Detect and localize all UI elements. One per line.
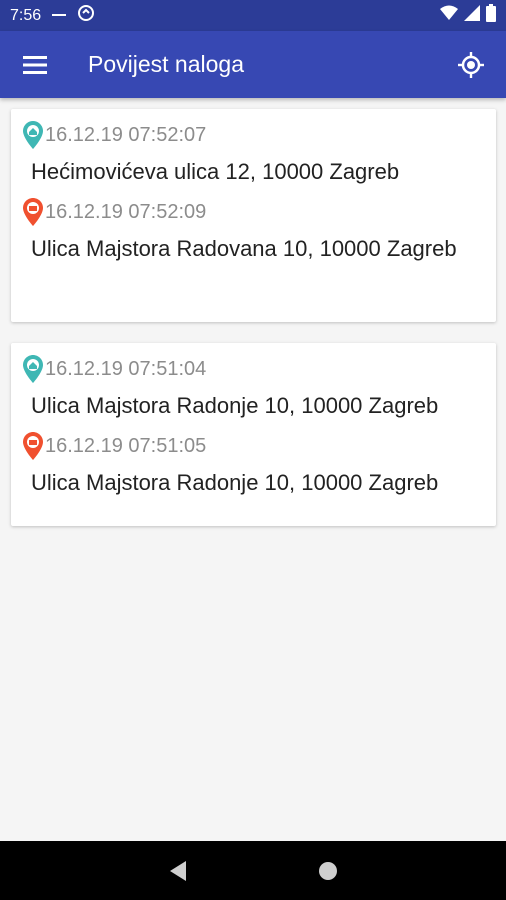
signal-icon — [464, 5, 480, 26]
end-time: 16.12.19 07:52:09 — [45, 200, 207, 223]
app-bar: Povijest naloga — [0, 31, 506, 98]
order-card[interactable]: 16.12.19 07:52:07 Hećimovićeva ulica 12,… — [11, 109, 496, 322]
home-icon — [319, 861, 337, 880]
end-pin-icon — [23, 432, 43, 460]
order-card[interactable]: 16.12.19 07:51:04 Ulica Majstora Radonje… — [11, 343, 496, 526]
system-nav-bar — [0, 841, 506, 900]
end-pin-icon — [23, 198, 43, 226]
status-bar: 7:56 — [0, 0, 506, 31]
dash-icon — [51, 7, 67, 25]
start-time: 16.12.19 07:52:07 — [45, 123, 207, 146]
battery-icon — [486, 4, 496, 27]
order-history-list: 16.12.19 07:52:07 Hećimovićeva ulica 12,… — [0, 98, 506, 840]
start-address: Ulica Majstora Radonje 10, 10000 Zagreb — [31, 393, 439, 418]
start-row: 16.12.19 07:52:07 — [23, 119, 484, 151]
start-time: 16.12.19 07:51:04 — [45, 357, 207, 380]
menu-button[interactable] — [0, 31, 70, 98]
start-address: Hećimovićeva ulica 12, 10000 Zagreb — [31, 159, 400, 184]
start-row: 16.12.19 07:51:04 — [23, 353, 484, 385]
menu-icon — [23, 55, 47, 74]
end-row: 16.12.19 07:51:05 — [23, 430, 484, 462]
start-pin-icon — [23, 355, 43, 383]
status-time: 7:56 — [10, 6, 42, 24]
start-pin-icon — [23, 121, 43, 149]
sync-icon — [77, 4, 95, 27]
my-location-button[interactable] — [436, 31, 506, 98]
end-time: 16.12.19 07:51:05 — [45, 434, 207, 457]
end-row: 16.12.19 07:52:09 — [23, 196, 484, 228]
wifi-icon — [440, 5, 458, 26]
back-icon — [170, 860, 186, 881]
home-button[interactable] — [308, 851, 348, 891]
my-location-icon — [458, 51, 484, 78]
page-title: Povijest naloga — [88, 51, 244, 77]
back-button[interactable] — [158, 851, 198, 891]
end-address: Ulica Majstora Radonje 10, 10000 Zagreb — [31, 470, 439, 495]
end-address: Ulica Majstora Radovana 10, 10000 Zagreb — [31, 236, 457, 261]
